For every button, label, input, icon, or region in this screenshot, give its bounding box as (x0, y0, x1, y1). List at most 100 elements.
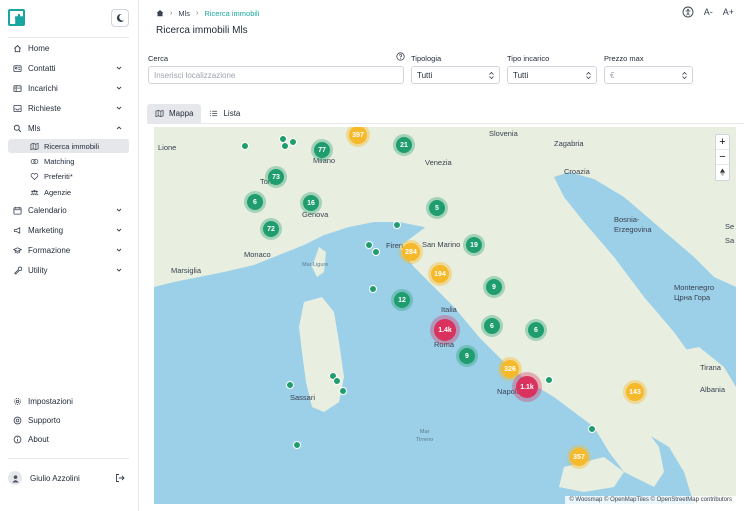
home-icon (12, 43, 22, 53)
breadcrumb-current: Ricerca immobili (204, 8, 260, 18)
tipo-incarico-select[interactable]: Tutti (507, 66, 597, 84)
sidebar-item-label: Richieste (28, 103, 61, 113)
sidebar-item-supporto[interactable]: Supporto (8, 413, 129, 427)
sidebar-divider (8, 37, 129, 38)
map-view[interactable]: Slovenia Zagabria Croazia Lione Milano V… (154, 127, 736, 504)
sidebar-item-about[interactable]: About (8, 432, 129, 446)
sidebar-item-formazione[interactable]: Formazione (8, 243, 129, 257)
sidebar-item-incarichi[interactable]: Incarichi (8, 81, 129, 95)
sidebar-item-calendario[interactable]: Calendario (8, 203, 129, 217)
font-decrease-button[interactable]: A- (704, 7, 713, 17)
map-marker[interactable] (286, 381, 294, 389)
sidebar-subitem-ricerca-immobili[interactable]: Ricerca immobili (8, 139, 129, 153)
map-cluster[interactable]: 5 (429, 200, 445, 216)
graduation-cap-icon (12, 245, 22, 255)
list-icon (210, 110, 218, 117)
sidebar-item-home[interactable]: Home (8, 41, 129, 55)
map-marker[interactable] (293, 441, 301, 449)
font-increase-button[interactable]: A+ (723, 7, 734, 17)
cerca-input[interactable]: Inserisci localizzazione (148, 66, 404, 84)
place-label: Genova (302, 210, 329, 219)
map-cluster[interactable]: 16 (303, 195, 319, 211)
map-cluster[interactable]: 326 (501, 360, 519, 378)
map-cluster[interactable]: 1.1k (516, 376, 538, 398)
map-cluster[interactable]: 284 (402, 243, 420, 261)
map-marker[interactable] (365, 241, 373, 249)
map-cluster[interactable]: 194 (431, 265, 449, 283)
map-cluster[interactable]: 9 (486, 279, 502, 295)
breadcrumb-mls[interactable]: Mls (178, 9, 190, 18)
map-zoom-controls: + − (715, 134, 730, 181)
accessibility-icon[interactable] (682, 6, 694, 18)
map-cluster[interactable]: 357 (570, 448, 588, 466)
map-attribution[interactable]: © Woosmap © OpenMapTiles © OpenStreetMap… (565, 496, 736, 504)
sidebar-subitem-matching[interactable]: Matching (8, 154, 129, 168)
sidebar-item-richieste[interactable]: Richieste (8, 101, 129, 115)
map-cluster[interactable]: 12 (394, 292, 410, 308)
place-label: Zagabria (554, 139, 584, 148)
map-cluster[interactable]: 6 (484, 318, 500, 334)
stepper-updown-icon[interactable] (681, 71, 688, 80)
sidebar-item-contatti[interactable]: Contatti (8, 61, 129, 75)
sidebar-item-label: Calendario (28, 205, 67, 215)
map-cluster[interactable]: 9 (459, 348, 475, 364)
contacts-icon (12, 63, 22, 73)
tabs-divider (147, 123, 744, 124)
map-marker[interactable] (369, 285, 377, 293)
map-cluster[interactable]: 77 (314, 142, 330, 158)
select-updown-icon (586, 71, 591, 80)
select-updown-icon (489, 71, 494, 80)
briefcase-icon (12, 83, 22, 93)
place-label: Firen (386, 241, 404, 250)
chevron-down-icon (116, 268, 122, 272)
sidebar-subitem-label: Matching (44, 156, 75, 166)
map-marker[interactable] (281, 142, 289, 150)
map-cluster[interactable]: 6 (528, 322, 544, 338)
help-icon[interactable] (396, 52, 405, 61)
zoom-in-button[interactable]: + (716, 135, 729, 150)
reset-north-button[interactable] (716, 165, 729, 180)
sidebar-subitem-preferiti[interactable]: Preferiti* (8, 169, 129, 183)
map-cluster[interactable]: 21 (396, 137, 412, 153)
user-profile[interactable]: Giulio Azzolini (8, 469, 129, 487)
map-marker[interactable] (372, 248, 380, 256)
moon-icon (116, 13, 124, 22)
map-marker[interactable] (588, 425, 596, 433)
sidebar-item-utility[interactable]: Utility (8, 263, 129, 277)
app-logo[interactable] (8, 9, 25, 26)
map-cluster[interactable]: 19 (466, 237, 482, 253)
map-marker[interactable] (333, 377, 341, 385)
zoom-out-button[interactable]: − (716, 150, 729, 165)
logout-icon[interactable] (115, 473, 125, 483)
sidebar-item-marketing[interactable]: Marketing (8, 223, 129, 237)
home-icon[interactable] (156, 9, 164, 17)
map-marker[interactable] (545, 376, 553, 384)
map-marker[interactable] (393, 221, 401, 229)
breadcrumb-separator: › (196, 9, 199, 17)
map-cluster[interactable]: 72 (263, 221, 279, 237)
sidebar-subitem-agenzie[interactable]: Agenzie (8, 185, 129, 199)
tipologia-select[interactable]: Tutti (411, 66, 500, 84)
map-cluster[interactable]: 143 (626, 383, 644, 401)
theme-toggle-button[interactable] (111, 9, 129, 27)
map-marker[interactable] (289, 138, 297, 146)
user-icon (11, 474, 19, 483)
sidebar-item-impostazioni[interactable]: Impostazioni (8, 394, 129, 408)
map-search-icon (29, 141, 39, 151)
top-tools: A- A+ (682, 6, 734, 18)
sidebar-divider (8, 458, 129, 459)
support-icon (12, 415, 22, 425)
info-icon (12, 434, 22, 444)
chevron-down-icon (116, 106, 122, 110)
map-cluster[interactable]: 73 (268, 169, 284, 185)
sidebar-item-mls[interactable]: Mls (8, 121, 129, 135)
map-cluster[interactable]: 6 (247, 194, 263, 210)
prezzo-max-input[interactable]: € (604, 66, 693, 84)
tab-mappa[interactable]: Mappa (147, 104, 202, 123)
map-marker[interactable] (339, 387, 347, 395)
map-cluster[interactable]: 1.4k (434, 319, 456, 341)
tab-lista[interactable]: Lista (201, 104, 248, 123)
tab-label: Lista (223, 109, 241, 118)
place-label: Se (725, 222, 735, 231)
map-marker[interactable] (241, 142, 249, 150)
